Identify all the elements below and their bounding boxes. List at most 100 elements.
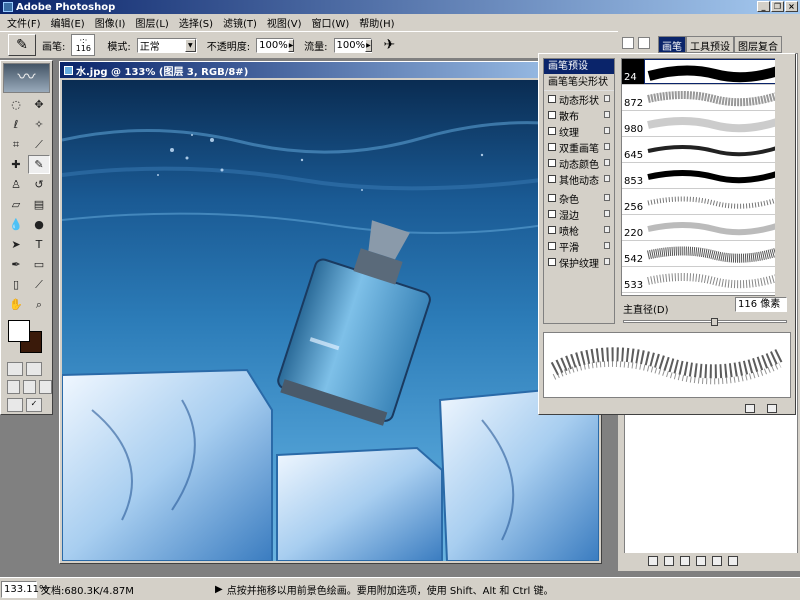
lock-icon[interactable] <box>604 226 610 233</box>
brush-option-item[interactable]: 其他动态 <box>544 171 614 187</box>
image-canvas[interactable] <box>62 80 599 561</box>
menu-image[interactable]: 图像(I) <box>90 15 131 30</box>
menu-select[interactable]: 选择(S) <box>174 15 218 30</box>
slice-tool-icon[interactable]: ⟋ <box>28 135 50 154</box>
opacity-input[interactable]: 100% ▶ <box>256 37 295 53</box>
play-arrow-icon[interactable]: ▶ <box>215 584 223 595</box>
foreground-color-swatch[interactable] <box>8 320 30 342</box>
brush-option-item[interactable]: 湿边 <box>544 206 614 222</box>
trash-icon[interactable] <box>767 404 777 413</box>
lock-icon[interactable] <box>604 194 610 201</box>
clone-stamp-tool-icon[interactable]: ♙ <box>5 175 27 194</box>
menu-view[interactable]: 视图(V) <box>262 15 307 30</box>
lock-icon[interactable] <box>604 175 610 182</box>
close-button[interactable]: × <box>785 1 798 12</box>
lock-icon[interactable] <box>604 242 610 249</box>
brush-preset-item[interactable]: 853 <box>622 163 790 189</box>
new-layer-icon[interactable] <box>712 556 722 566</box>
brush-preset-item[interactable]: 645 <box>622 137 790 163</box>
dodge-tool-icon[interactable]: ● <box>28 215 50 234</box>
tab-brushes[interactable]: 画笔 <box>658 36 686 53</box>
zoom-tool-icon[interactable]: ⌕ <box>28 295 50 314</box>
master-diameter-input[interactable]: 116 像素 <box>735 297 787 312</box>
lasso-tool-icon[interactable]: ℓ <box>5 115 27 134</box>
checkbox[interactable] <box>548 194 556 202</box>
pen-tool-icon[interactable]: ✒ <box>5 255 27 274</box>
layer-style-icon[interactable] <box>648 556 658 566</box>
menu-edit[interactable]: 编辑(E) <box>46 15 90 30</box>
brush-list-scrollbar[interactable] <box>775 58 791 296</box>
brush-preset-item[interactable]: 872 <box>622 85 790 111</box>
screen-mode-full-icon[interactable] <box>39 380 52 394</box>
notes-tool-icon[interactable]: ▯ <box>5 275 27 294</box>
checkbox[interactable] <box>548 95 556 103</box>
master-diameter-slider[interactable] <box>623 318 787 326</box>
healing-brush-tool-icon[interactable]: ✚ <box>5 155 27 174</box>
brush-preset-item[interactable]: 24 <box>622 59 790 85</box>
history-brush-tool-icon[interactable]: ↺ <box>28 175 50 194</box>
document-title-bar[interactable]: 水.jpg @ 133% (图层 3, RGB/8#) <box>60 62 601 78</box>
magic-wand-tool-icon[interactable]: ✧ <box>28 115 50 134</box>
flow-input[interactable]: 100% ▶ <box>333 37 372 53</box>
brush-option-item[interactable]: 纹理 <box>544 123 614 139</box>
path-selection-tool-icon[interactable]: ➤ <box>5 235 27 254</box>
zoom-level-input[interactable]: 133.11% <box>1 580 49 598</box>
lock-icon[interactable] <box>604 111 610 118</box>
trash-icon[interactable] <box>728 556 738 566</box>
crop-tool-icon[interactable]: ⌗ <box>5 135 27 154</box>
quick-mask-mode-icon[interactable] <box>26 362 42 376</box>
brush-option-item[interactable]: 平滑 <box>544 238 614 254</box>
marquee-tool-icon[interactable]: ◌ <box>5 95 27 114</box>
lock-icon[interactable] <box>604 127 610 134</box>
restore-button[interactable]: ❐ <box>771 1 784 12</box>
hand-tool-icon[interactable]: ✋ <box>5 295 27 314</box>
blur-tool-icon[interactable]: 💧 <box>5 215 27 234</box>
brush-tool-icon[interactable]: ✎ <box>28 155 50 174</box>
file-browser-icon[interactable] <box>622 37 634 49</box>
lock-icon[interactable] <box>604 210 610 217</box>
checkbox[interactable] <box>548 143 556 151</box>
menu-file[interactable]: 文件(F) <box>2 15 46 30</box>
print-icon[interactable] <box>638 37 650 49</box>
brush-option-item[interactable]: 杂色 <box>544 190 614 206</box>
checkbox[interactable] <box>548 226 556 234</box>
brush-preset-item[interactable]: 220 <box>622 215 790 241</box>
menu-window[interactable]: 窗口(W) <box>307 15 355 30</box>
slider-knob[interactable] <box>711 318 718 326</box>
jump-to-imageready-icon[interactable] <box>7 398 23 412</box>
eyedropper-tool-icon[interactable]: ⟋ <box>28 275 50 294</box>
minimize-button[interactable]: _ <box>757 1 770 12</box>
brush-option-item[interactable]: 保护纹理 <box>544 254 614 270</box>
feather-logo-icon[interactable]: 〰 <box>3 63 50 93</box>
screen-mode-standard-icon[interactable] <box>7 380 20 394</box>
brush-option-item[interactable]: 动态颜色 <box>544 155 614 171</box>
gradient-tool-icon[interactable]: ▤ <box>28 195 50 214</box>
tab-layer-comps[interactable]: 图层复合 <box>734 36 782 53</box>
lock-icon[interactable] <box>604 143 610 150</box>
checkbox[interactable] <box>548 258 556 266</box>
standard-mode-icon[interactable] <box>7 362 23 376</box>
lock-icon[interactable] <box>604 258 610 265</box>
brush-presets-header[interactable]: 画笔预设 <box>544 59 614 74</box>
brush-preset-item[interactable]: 980 <box>622 111 790 137</box>
brush-option-item[interactable]: 动态形状 <box>544 91 614 107</box>
type-tool-icon[interactable]: T <box>28 235 50 254</box>
brush-preset-item[interactable]: 256 <box>622 189 790 215</box>
checkbox[interactable] <box>548 175 556 183</box>
move-tool-icon[interactable]: ✥ <box>28 95 50 114</box>
menu-filter[interactable]: 滤镜(T) <box>218 15 262 30</box>
checkbox[interactable] <box>548 210 556 218</box>
brush-option-item[interactable]: 散布 <box>544 107 614 123</box>
mode-select[interactable]: 正常 ▼ <box>136 37 197 53</box>
new-set-icon[interactable] <box>680 556 690 566</box>
menu-layer[interactable]: 图层(L) <box>130 15 173 30</box>
brush-option-item[interactable]: 双重画笔 <box>544 139 614 155</box>
tool-preset-picker[interactable]: ✎ <box>8 34 36 56</box>
menu-help[interactable]: 帮助(H) <box>354 15 399 30</box>
checkbox[interactable] <box>548 159 556 167</box>
checkbox[interactable] <box>548 242 556 250</box>
brush-picker[interactable]: ·:· 116 <box>71 34 96 56</box>
document-size[interactable]: 文档:680.3K/4.87M <box>37 582 207 597</box>
shape-tool-icon[interactable]: ▭ <box>28 255 50 274</box>
brush-preset-item[interactable]: 533 <box>622 267 790 293</box>
